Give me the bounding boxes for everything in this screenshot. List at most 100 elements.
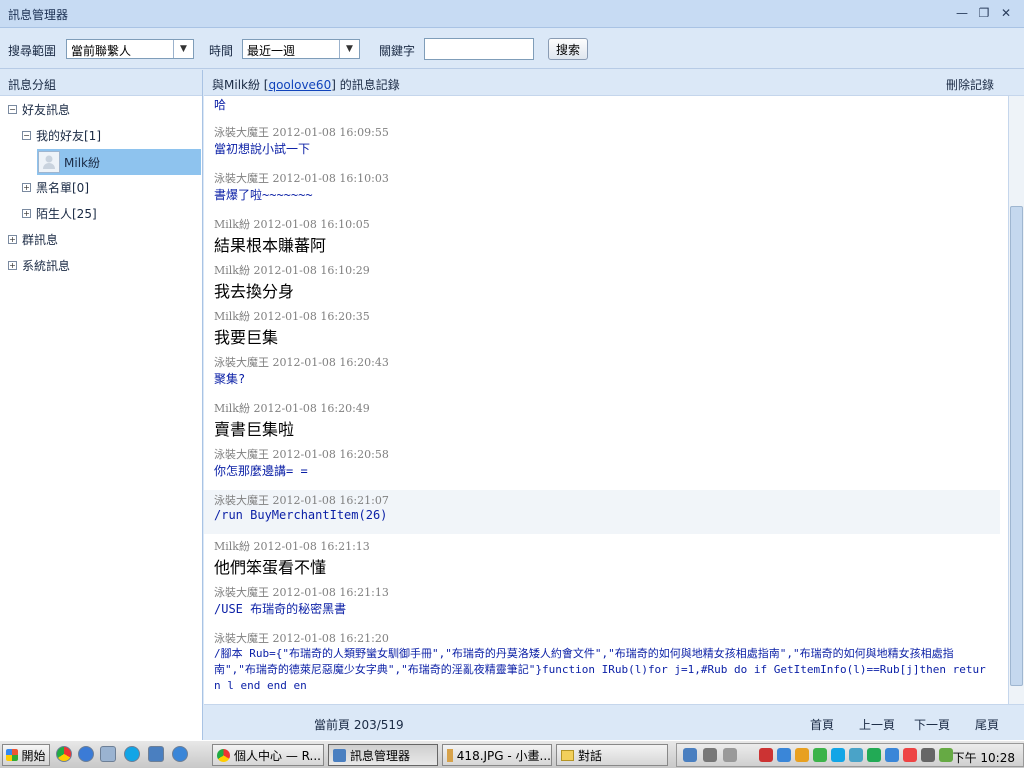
minimize-icon[interactable]: — [954,5,970,21]
list-item: 泳裝大魔王 2012-01-08 16:10:03 書爆了啦~~~~~~~ [204,170,1000,203]
tray-icon[interactable] [759,748,773,762]
chevron-down-icon[interactable]: ▼ [339,40,359,58]
qq-icon[interactable] [795,748,809,762]
tray-icon[interactable] [903,748,917,762]
delete-records-button[interactable]: 刪除記錄 [946,76,994,93]
tree-item-blacklist[interactable]: + 黑名單[0] [22,176,89,198]
message-text: /run BuyMerchantItem(26) [214,508,388,522]
avatar [38,151,60,173]
first-page-link[interactable]: 首頁 [810,716,834,733]
media-player-icon[interactable] [78,746,94,762]
restore-icon[interactable]: ❐ [976,5,992,21]
tree-label: 黑名單[0] [36,180,89,195]
start-button[interactable]: 開始 [2,744,50,766]
ie-icon[interactable] [172,746,188,762]
list-item: Milk紛 2012-01-08 16:20:35 我要巨集 [204,308,1000,348]
sender: 泳裝大魔王 [214,126,269,139]
sender: 泳裝大魔王 [214,494,269,507]
expand-icon[interactable]: + [22,208,31,218]
collapse-icon[interactable]: − [8,104,17,114]
tree-label: 陌生人[25] [36,206,97,221]
skype-icon[interactable] [124,746,140,762]
tree-item-system-messages[interactable]: + 系統訊息 [8,254,70,276]
prev-page-link[interactable]: 上一頁 [859,716,895,733]
list-item: 泳裝大魔王 2012-01-08 16:21:07 /run BuyMercha… [204,490,1000,534]
chrome-icon[interactable] [56,746,72,762]
message-manager-window: 訊息管理器 — ❐ ✕ 搜尋範圍 當前聯繫人 ▼ 時間 最近一週 ▼ 關鍵字 搜… [0,0,1024,740]
sender: Milk紛 [214,310,250,323]
list-item: Milk紛 2012-01-08 16:10:05 結果根本賺蕃阿 [204,216,1000,256]
tray-icon[interactable] [921,748,935,762]
timestamp: 2012-01-08 16:20:35 [253,310,370,323]
tree-label: 系統訊息 [22,258,71,273]
tree-item-strangers[interactable]: + 陌生人[25] [22,202,97,224]
timestamp: 2012-01-08 16:21:13 [272,586,389,599]
scrollbar-thumb[interactable] [1010,206,1023,686]
timestamp: 2012-01-08 16:20:43 [272,356,389,369]
taskbar: 開始 個人中心 — R... 訊息管理器 418.JPG - 小畫... 對話 [0,740,1024,768]
task-button-dialog[interactable]: 對話 [556,744,668,766]
tray-icon[interactable] [777,748,791,762]
list-item: Milk紛 2012-01-08 16:20:49 賣書巨集啦 [204,400,1000,440]
task-button-message-manager[interactable]: 訊息管理器 [328,744,438,766]
tree-item-contact[interactable]: Milk紛 [38,150,100,174]
task-button-paint[interactable]: 418.JPG - 小畫... [442,744,552,766]
app-icon[interactable] [148,746,164,762]
vertical-scrollbar[interactable] [1008,96,1024,704]
chrome-icon [217,748,230,762]
skype-icon[interactable] [831,748,845,762]
message-text: /腳本 Rub={"布瑞奇的人類野蠻女馴御手冊","布瑞奇的丹莫洛矮人約會文件"… [214,647,986,692]
chevron-down-icon[interactable]: ▼ [173,40,193,58]
list-item: 泳裝大魔王 2012-01-08 16:21:13 /USE 布瑞奇的秘密黑書 [204,584,1000,617]
time-select[interactable]: 最近一週 ▼ [242,39,360,59]
conversation-header: 與Milk紛 [qoolove60] 的訊息記錄 刪除記錄 [204,70,1024,96]
message-text: 哈 [214,98,227,112]
tree-item-my-friends[interactable]: − 我的好友[1] [22,124,101,146]
sender: 泳裝大魔王 [214,586,269,599]
tree-item-friend-messages[interactable]: − 好友訊息 [8,98,70,120]
time-value: 最近一週 [247,44,296,58]
keyword-input[interactable] [424,38,534,60]
list-item: Milk紛 2012-01-08 16:21:13 他們笨蛋看不懂 [204,538,1000,578]
list-item: 泳裝大魔王 2012-01-08 16:20:43 聚集? [204,354,1000,387]
sender: 泳裝大魔王 [214,632,269,645]
tray-icon[interactable] [849,748,863,762]
task-button-chrome[interactable]: 個人中心 — R... [212,744,324,766]
scope-value: 當前聯繫人 [71,44,132,58]
expand-icon[interactable]: + [8,260,17,270]
title-bar: 訊息管理器 — ❐ ✕ [0,0,1024,28]
start-label: 開始 [21,748,46,763]
pager: 當前頁 203/519 首頁 上一頁 下一頁 尾頁 [204,704,1024,740]
sender: Milk紛 [214,540,250,553]
tray-icon[interactable] [867,748,881,762]
tray-icon[interactable] [885,748,899,762]
contact-id-link[interactable]: qoolove60 [268,78,331,92]
expand-icon[interactable]: + [22,182,31,192]
message-text: /USE 布瑞奇的秘密黑書 [214,602,347,616]
list-item: 哈 [204,96,1000,113]
tree-label: Milk紛 [64,155,100,170]
sender: 泳裝大魔王 [214,172,269,185]
window-title: 訊息管理器 [8,8,69,22]
explorer-icon[interactable] [100,746,116,762]
collapse-icon[interactable]: − [22,130,31,140]
tray-icon[interactable] [813,748,827,762]
expand-icon[interactable]: + [8,234,17,244]
tray-icon[interactable] [703,748,717,762]
close-icon[interactable]: ✕ [998,5,1014,21]
message-list: 哈 泳裝大魔王 2012-01-08 16:09:55 當初想說小試一下 泳裝大… [204,96,1008,704]
scope-select[interactable]: 當前聯繫人 ▼ [66,39,194,59]
tray-icon[interactable] [939,748,953,762]
page-indicator: 當前頁 203/519 [314,718,404,732]
tray-icon[interactable] [683,748,697,762]
tray-icon[interactable] [723,748,737,762]
task-label: 訊息管理器 [350,748,411,763]
timestamp: 2012-01-08 16:20:49 [253,402,370,415]
title-prefix: 與Milk紛 [ [212,78,269,92]
timestamp: 2012-01-08 16:21:13 [253,540,370,553]
search-button[interactable]: 搜索 [548,38,588,60]
app-icon [333,748,346,762]
next-page-link[interactable]: 下一頁 [914,716,950,733]
tree-item-group-messages[interactable]: + 群訊息 [8,228,58,250]
last-page-link[interactable]: 尾頁 [975,716,999,733]
